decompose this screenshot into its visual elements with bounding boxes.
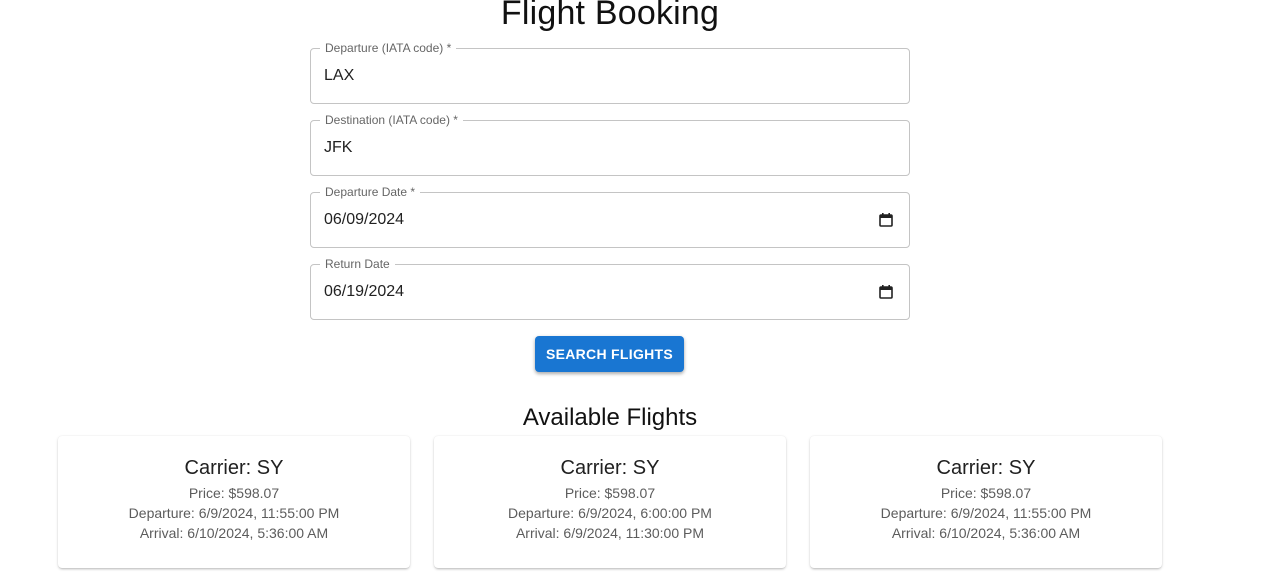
calendar-icon[interactable] — [879, 285, 893, 299]
flight-card: Carrier: SY Price: $598.07 Departure: 6/… — [58, 436, 410, 568]
flight-arrival: Arrival: 6/10/2024, 5:36:00 AM — [139, 525, 329, 541]
return-date-label: Return Date — [320, 257, 395, 271]
flight-departure: Departure: 6/9/2024, 11:55:00 PM — [880, 505, 1092, 521]
destination-field[interactable]: Destination (IATA code) * JFK — [310, 113, 910, 176]
available-flights-heading: Available Flights — [522, 404, 698, 431]
departure-field[interactable]: Departure (IATA code) * LAX — [310, 41, 910, 104]
page-title: Flight Booking — [500, 0, 720, 32]
flight-arrival: Arrival: 6/9/2024, 11:30:00 PM — [515, 525, 705, 541]
search-flights-button[interactable]: SEARCH FLIGHTS — [535, 336, 684, 372]
flight-price: Price: $598.07 — [564, 485, 656, 501]
flight-carrier: Carrier: SY — [560, 457, 660, 479]
flight-price: Price: $598.07 — [188, 485, 280, 501]
departure-label: Departure (IATA code) * — [320, 41, 457, 55]
calendar-icon[interactable] — [879, 213, 893, 227]
destination-input[interactable]: JFK — [324, 138, 352, 158]
flight-carrier: Carrier: SY — [936, 457, 1036, 479]
flight-card: Carrier: SY Price: $598.07 Departure: 6/… — [434, 436, 786, 568]
departure-input[interactable]: LAX — [324, 66, 354, 86]
return-date-field[interactable]: Return Date 06/19/2024 — [310, 257, 910, 320]
flight-departure: Departure: 6/9/2024, 11:55:00 PM — [128, 505, 340, 521]
flight-card: Carrier: SY Price: $598.07 Departure: 6/… — [810, 436, 1162, 568]
return-date-input[interactable]: 06/19/2024 — [324, 282, 404, 302]
flight-carrier: Carrier: SY — [184, 457, 284, 479]
departure-date-input[interactable]: 06/09/2024 — [324, 210, 404, 230]
flight-price: Price: $598.07 — [940, 485, 1032, 501]
flight-arrival: Arrival: 6/10/2024, 5:36:00 AM — [891, 525, 1081, 541]
departure-date-field[interactable]: Departure Date * 06/09/2024 — [310, 185, 910, 248]
flight-departure: Departure: 6/9/2024, 6:00:00 PM — [508, 505, 712, 521]
departure-date-label: Departure Date * — [320, 185, 421, 199]
destination-label: Destination (IATA code) * — [320, 113, 463, 127]
